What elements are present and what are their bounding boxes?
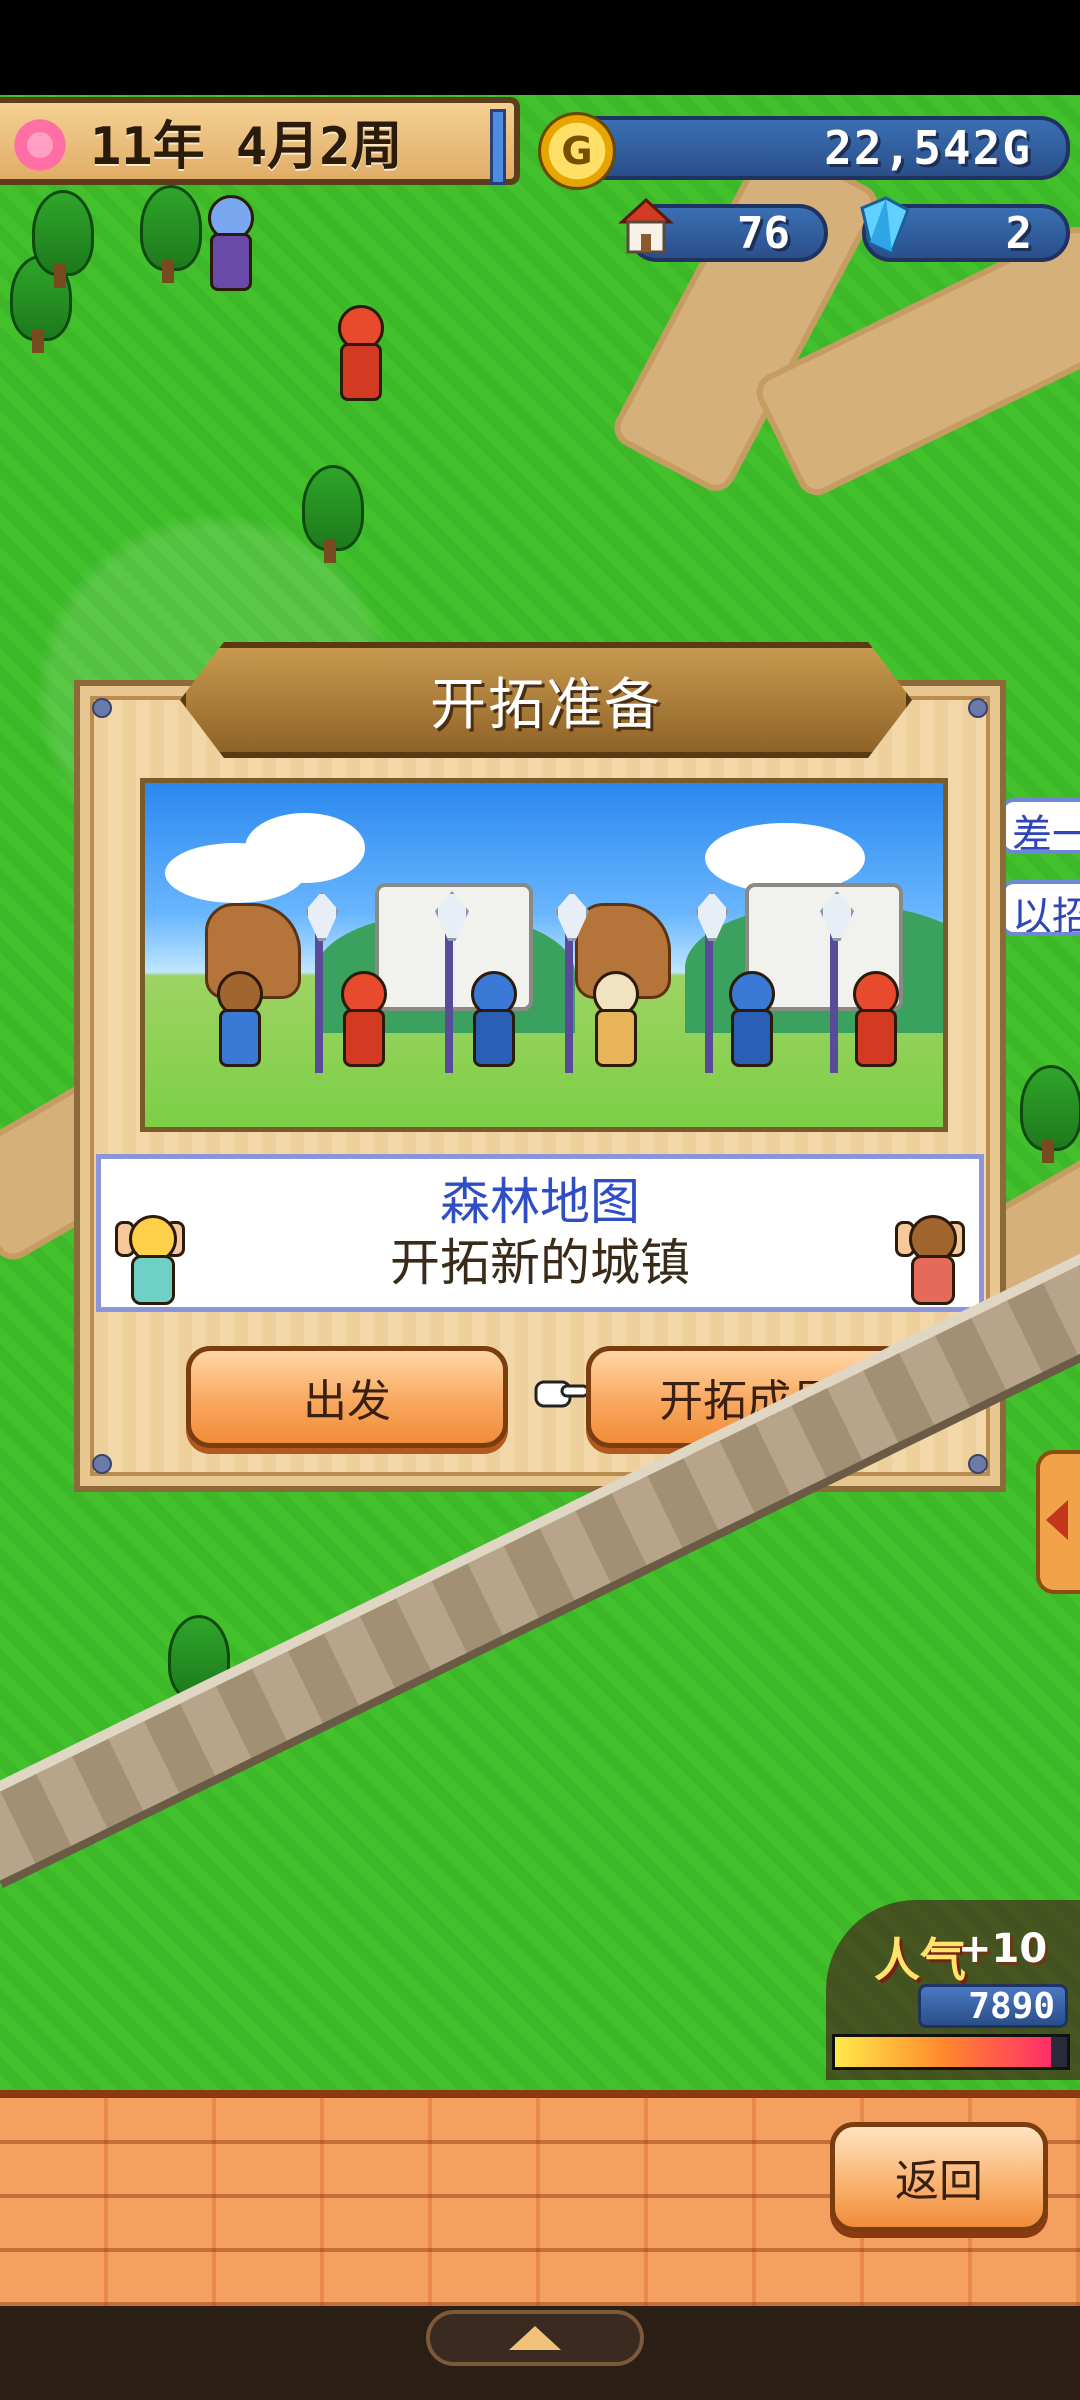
map-name: 森林地图 xyxy=(440,1173,640,1231)
bat-monster-sprite[interactable] xyxy=(200,195,256,295)
date-text: 11年 4月2周 xyxy=(90,116,403,177)
depart-button[interactable]: 出发 xyxy=(186,1346,508,1448)
gold-coin-icon: G xyxy=(538,112,616,190)
side-notice-text: 差一 xyxy=(1012,812,1080,854)
villager-sprite xyxy=(585,971,641,1071)
popularity-bar-fill xyxy=(835,2037,1051,2067)
menu-tab[interactable] xyxy=(490,109,506,185)
popularity-bar xyxy=(832,2034,1070,2070)
arrow-left-icon xyxy=(1046,1500,1068,1540)
side-notice-text: 以招 xyxy=(1012,894,1080,936)
back-button[interactable]: 返回 xyxy=(830,2122,1048,2232)
rivet xyxy=(968,698,988,718)
side-notice[interactable]: 以招 xyxy=(1000,880,1080,936)
house-icon xyxy=(618,197,674,254)
rivet xyxy=(968,1454,988,1474)
expand-menu-handle[interactable] xyxy=(426,2310,644,2366)
side-drawer-tab[interactable] xyxy=(1036,1450,1080,1594)
popularity-bonus: +10 xyxy=(958,1926,1048,1972)
cheering-girl-right xyxy=(895,1215,965,1305)
gold-amount: 22,542G xyxy=(824,121,1032,175)
popularity-value: 7890 xyxy=(918,1984,1068,2028)
cheering-girl-left xyxy=(115,1215,185,1305)
red-knight-sprite xyxy=(333,971,389,1071)
tree xyxy=(32,190,94,290)
villager-sprite xyxy=(209,971,265,1071)
destination-info: 森林地图 开拓新的城镇 xyxy=(96,1154,984,1312)
rivet xyxy=(92,1454,112,1474)
crystal-icon xyxy=(860,196,910,255)
rivet xyxy=(92,698,112,718)
gem-count-display: 2 xyxy=(860,196,1070,262)
dialog-title: 开拓准备 xyxy=(430,672,662,738)
expedition-illustration xyxy=(140,778,948,1132)
popularity-panel[interactable]: 人气 +10 7890 xyxy=(826,1900,1080,2080)
chevron-up-icon xyxy=(509,2326,561,2350)
knight-sprite[interactable] xyxy=(330,305,386,405)
coin-glyph: G xyxy=(561,129,593,173)
tree xyxy=(140,185,202,285)
blue-knight-sprite xyxy=(721,971,777,1071)
popularity-label: 人气 xyxy=(874,1933,966,1987)
house-count-display: 76 xyxy=(618,197,828,262)
flower-icon xyxy=(10,115,70,175)
tree xyxy=(1020,1065,1080,1165)
blue-knight-sprite xyxy=(463,971,519,1071)
red-knight-sprite xyxy=(845,971,901,1071)
expedition-description: 开拓新的城镇 xyxy=(390,1234,690,1292)
house-count: 76 xyxy=(737,207,790,259)
gold-display: G 22,542G xyxy=(538,112,1070,190)
status-bar xyxy=(0,0,1080,95)
tree xyxy=(302,465,364,565)
date-display: 11年 4月2周 xyxy=(0,97,520,185)
pointing-hand-icon xyxy=(534,1380,590,1408)
side-notice[interactable]: 差一 xyxy=(1000,798,1080,854)
dialog-title-banner: 开拓准备 xyxy=(180,642,912,758)
gem-count: 2 xyxy=(1005,207,1033,259)
